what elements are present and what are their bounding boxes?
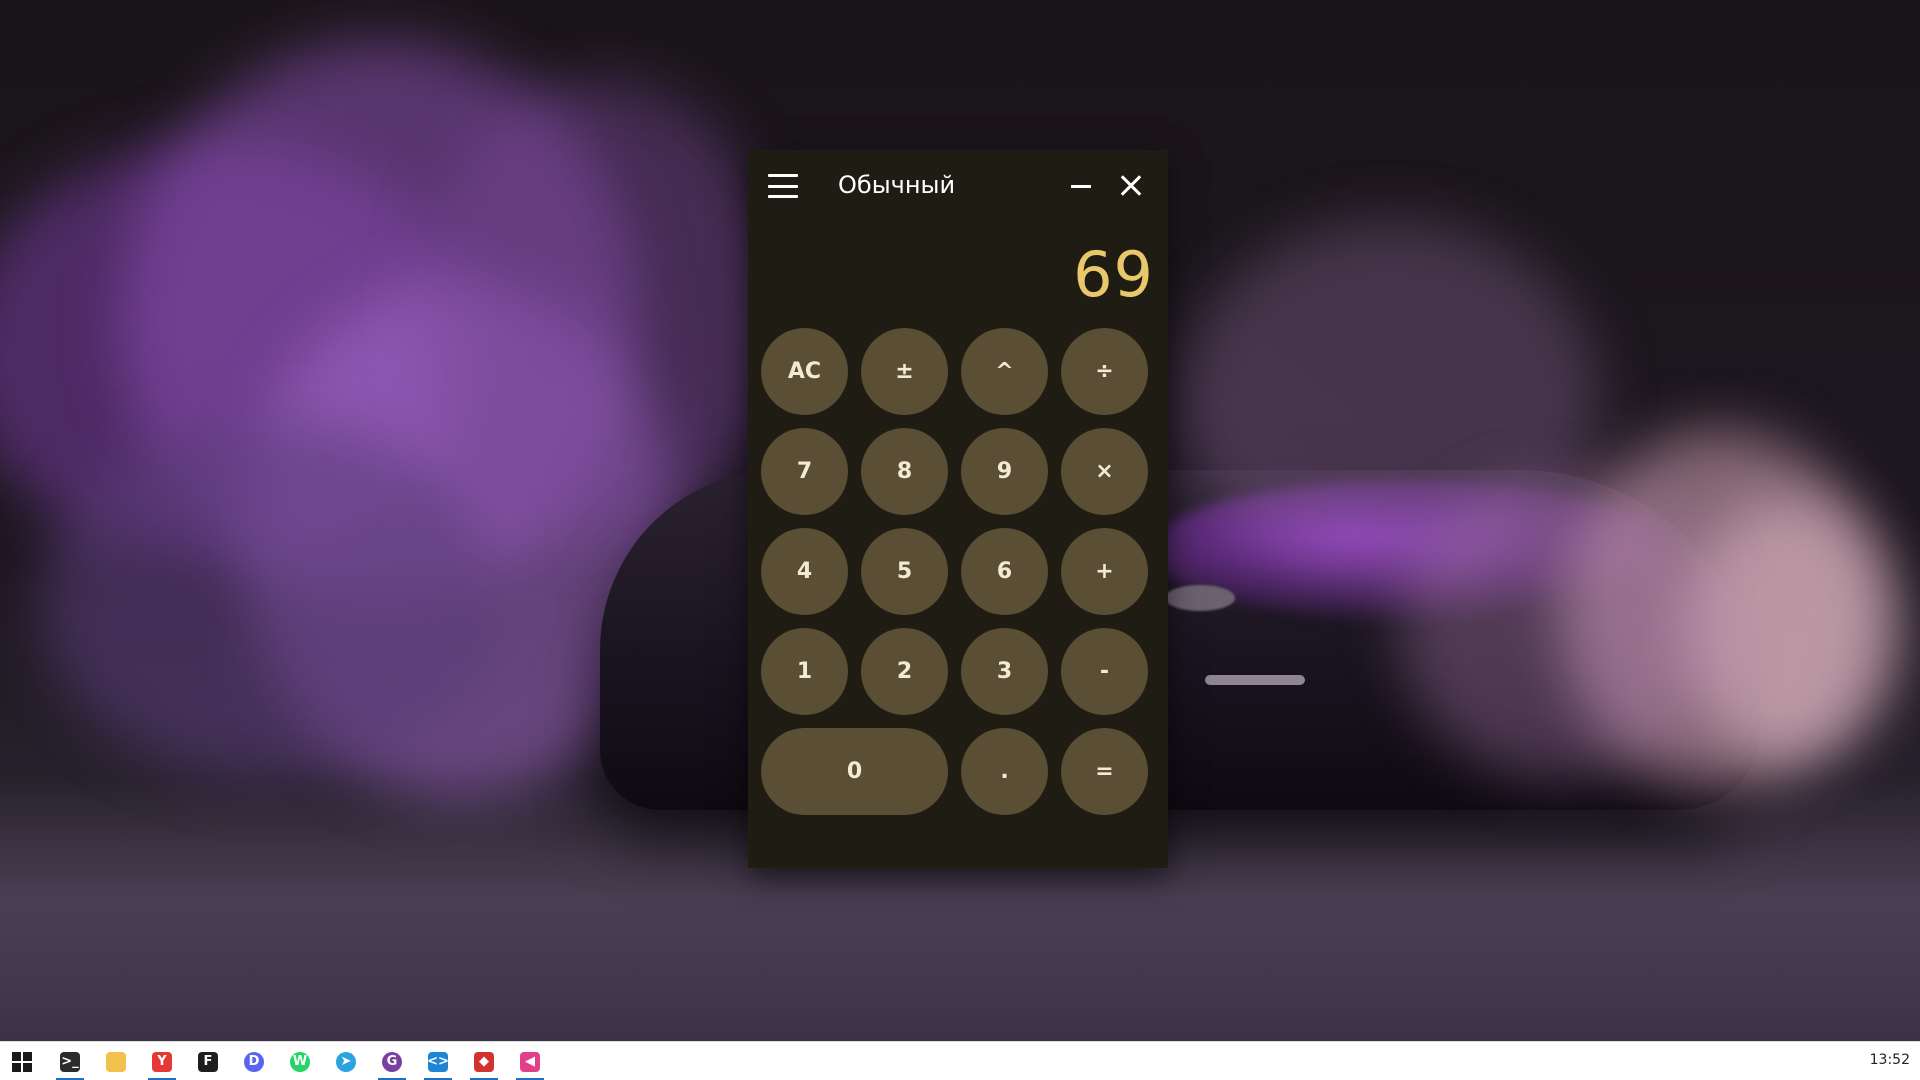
- digit-1-button[interactable]: 1: [761, 628, 848, 715]
- taskbar-whatsapp[interactable]: W: [280, 1042, 320, 1080]
- wallpaper-smoke: [420, 80, 780, 540]
- wallpaper-car-foglight: [1205, 675, 1305, 685]
- result-display: 69: [1073, 238, 1154, 311]
- taskbar: >_ Y F D W ➤ G <> ◆ ◀ 13:52: [0, 1041, 1920, 1080]
- taskbar-app-red[interactable]: ◆: [464, 1042, 504, 1080]
- digit-7-button[interactable]: 7: [761, 428, 848, 515]
- digit-8-button[interactable]: 8: [861, 428, 948, 515]
- taskbar-github-desktop[interactable]: G: [372, 1042, 412, 1080]
- whatsapp-icon: W: [290, 1051, 310, 1072]
- digit-0-button[interactable]: 0: [761, 728, 948, 815]
- telegram-icon: ➤: [336, 1051, 356, 1072]
- keypad: AC ± ^ ÷ 7 8 9 × 4 5 6 +1 2 3- 0. =: [761, 328, 1148, 815]
- taskbar-file-explorer[interactable]: [96, 1042, 136, 1080]
- clear-button[interactable]: AC: [761, 328, 848, 415]
- terminal-icon: >_: [60, 1051, 80, 1072]
- app-icon: ◀: [520, 1051, 540, 1072]
- digit-2-button[interactable]: 2: [861, 628, 948, 715]
- app-icon: ◆: [474, 1051, 494, 1072]
- yandex-browser-icon: Y: [152, 1051, 172, 1072]
- vscode-icon: <>: [427, 1051, 449, 1072]
- equals-button[interactable]: =: [1061, 728, 1148, 815]
- discord-icon: D: [244, 1051, 264, 1072]
- digit-5-button[interactable]: 5: [861, 528, 948, 615]
- taskbar-clock[interactable]: 13:52: [1870, 1052, 1910, 1068]
- minimize-button[interactable]: [1063, 168, 1099, 204]
- digit-3-button[interactable]: 3: [961, 628, 1048, 715]
- start-button[interactable]: [2, 1042, 42, 1080]
- decimal-button[interactable]: .: [961, 728, 1048, 815]
- power-button[interactable]: ^: [961, 328, 1048, 415]
- calculator-window: Обычный 69 AC ± ^ ÷ 7 8 9 × 4 5 6 +1 2 3- 0. =: [748, 150, 1168, 868]
- digit-4-button[interactable]: 4: [761, 528, 848, 615]
- folder-icon: [106, 1051, 126, 1072]
- taskbar-terminal[interactable]: >_: [50, 1042, 90, 1080]
- calculator-titlebar[interactable]: Обычный: [748, 150, 1168, 222]
- subtract-button[interactable]: -: [1061, 628, 1148, 715]
- taskbar-telegram[interactable]: ➤: [326, 1042, 366, 1080]
- multiply-button[interactable]: ×: [1061, 428, 1148, 515]
- mode-title: Обычный: [838, 171, 956, 199]
- digit-9-button[interactable]: 9: [961, 428, 1048, 515]
- divide-button[interactable]: ÷: [1061, 328, 1148, 415]
- close-button[interactable]: [1113, 168, 1149, 204]
- windows-logo-icon: [12, 1051, 32, 1072]
- hamburger-menu-icon[interactable]: [768, 174, 798, 198]
- wallpaper-car-headlight: [1165, 585, 1235, 611]
- wallpaper-smoke: [40, 420, 500, 780]
- taskbar-app-pink[interactable]: ◀: [510, 1042, 550, 1080]
- github-desktop-icon: G: [382, 1051, 402, 1072]
- figma-icon: F: [198, 1051, 218, 1072]
- wallpaper-smoke: [1400, 480, 1720, 780]
- taskbar-yandex-browser[interactable]: Y: [142, 1042, 182, 1080]
- digit-6-button[interactable]: 6: [961, 528, 1048, 615]
- taskbar-vscode[interactable]: <>: [418, 1042, 458, 1080]
- negate-button[interactable]: ±: [861, 328, 948, 415]
- taskbar-discord[interactable]: D: [234, 1042, 274, 1080]
- add-button[interactable]: +: [1061, 528, 1148, 615]
- taskbar-figma[interactable]: F: [188, 1042, 228, 1080]
